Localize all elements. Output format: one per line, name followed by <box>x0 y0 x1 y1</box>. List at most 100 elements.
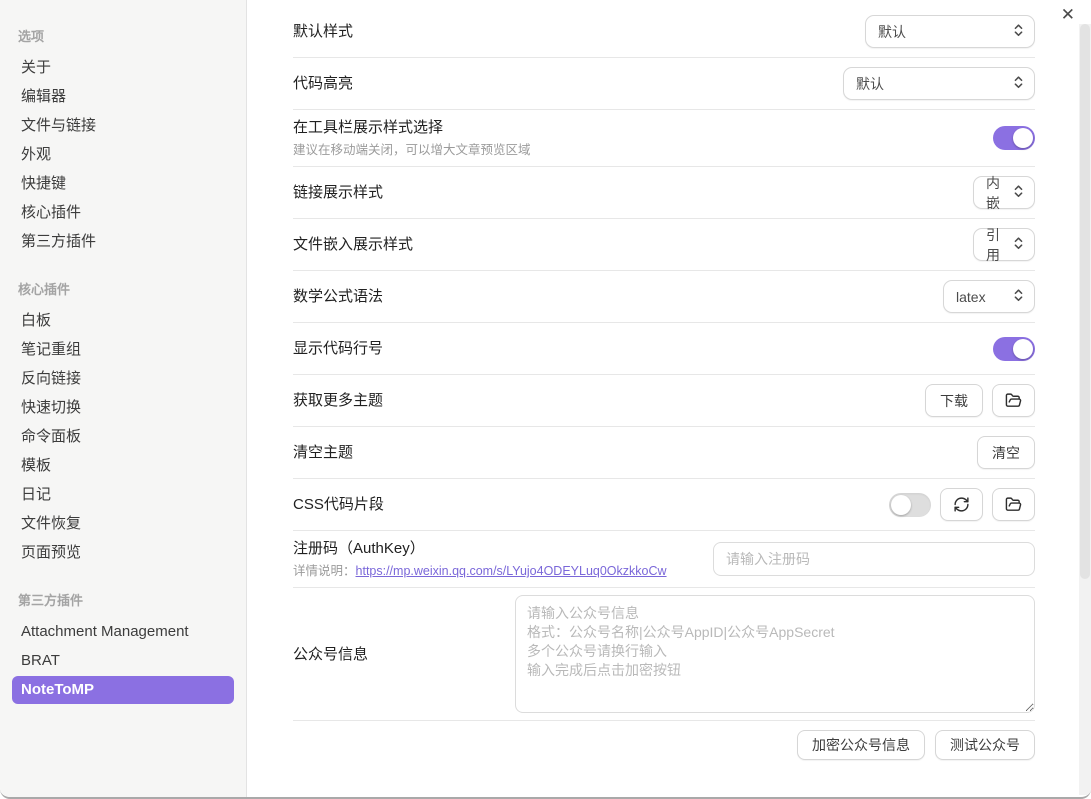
setting-name: 文件嵌入展示样式 <box>293 234 413 255</box>
setting-control: 引用 <box>973 228 1035 261</box>
sidebar-item-core-plugins[interactable]: 核心插件 <box>12 199 234 227</box>
setting-info: 获取更多主题 <box>293 390 383 411</box>
setting-name: 显示代码行号 <box>293 338 383 359</box>
sidebar-section-header: 第三方插件 <box>18 590 228 609</box>
settings-dialog: ✕ 选项关于编辑器文件与链接外观快捷键核心插件第三方插件核心插件白板笔记重组反向… <box>0 0 1091 799</box>
file-embed-style-select[interactable]: 引用 <box>973 228 1035 261</box>
setting-control: 默认 <box>865 15 1035 48</box>
sidebar-item-brat[interactable]: BRAT <box>12 647 234 675</box>
sidebar-item-notetomp[interactable]: NoteToMP <box>12 676 234 704</box>
setting-info: CSS代码片段 <box>293 494 384 515</box>
setting-control <box>993 337 1035 361</box>
setting-info: 在工具栏展示样式选择建议在移动端关闭，可以增大文章预览区域 <box>293 117 531 159</box>
close-icon[interactable]: ✕ <box>1061 5 1075 25</box>
sidebar-section-header: 核心插件 <box>18 279 228 298</box>
toggle-knob <box>891 495 911 515</box>
css-snippet-toggle[interactable] <box>889 493 931 517</box>
show-line-numbers-toggle[interactable] <box>993 337 1035 361</box>
sidebar-item-note-composer[interactable]: 笔记重组 <box>12 336 234 364</box>
setting-control <box>889 488 1035 521</box>
sidebar-item-files-links[interactable]: 文件与链接 <box>12 112 234 140</box>
setting-row-math-syntax: 数学公式语法 latex <box>293 271 1035 323</box>
sidebar-item-command-palette[interactable]: 命令面板 <box>12 423 234 451</box>
setting-control: 内嵌 <box>973 176 1035 209</box>
setting-control: latex <box>943 280 1035 313</box>
select-value: 默认 <box>878 22 906 42</box>
setting-row-toolbar-style-select: 在工具栏展示样式选择建议在移动端关闭，可以增大文章预览区域 <box>293 110 1035 167</box>
setting-name: CSS代码片段 <box>293 494 384 515</box>
setting-control <box>993 126 1035 150</box>
setting-control: 下载 <box>925 384 1035 417</box>
sidebar-item-hotkeys[interactable]: 快捷键 <box>12 170 234 198</box>
toggle-knob <box>1013 128 1033 148</box>
sidebar: 选项关于编辑器文件与链接外观快捷键核心插件第三方插件核心插件白板笔记重组反向链接… <box>0 0 247 797</box>
description-prefix: 详情说明： <box>293 564 356 578</box>
chevron-updown-icon <box>1013 75 1024 92</box>
sidebar-item-editor[interactable]: 编辑器 <box>12 83 234 111</box>
link-display-style-select[interactable]: 内嵌 <box>973 176 1035 209</box>
setting-row-authkey: 注册码（AuthKey） 详情说明：https://mp.weixin.qq.co… <box>293 531 1035 588</box>
download-button[interactable]: 下载 <box>925 384 983 417</box>
setting-row-code-highlight: 代码高亮 默认 <box>293 58 1035 110</box>
chevron-updown-icon <box>1013 23 1024 40</box>
code-highlight-select[interactable]: 默认 <box>843 67 1035 100</box>
setting-info: 文件嵌入展示样式 <box>293 234 413 255</box>
authkey-input[interactable] <box>713 542 1035 576</box>
authkey-help-link[interactable]: https://mp.weixin.qq.com/s/LYujo4ODEYLuq… <box>356 564 667 578</box>
select-value: 默认 <box>856 74 884 94</box>
sidebar-section-header: 选项 <box>18 26 228 45</box>
setting-info: 显示代码行号 <box>293 338 383 359</box>
setting-description: 建议在移动端关闭，可以增大文章预览区域 <box>293 142 531 159</box>
folder-open-icon <box>1005 392 1022 409</box>
chevron-updown-icon <box>1013 184 1024 201</box>
setting-name: 获取更多主题 <box>293 390 383 411</box>
mp-account-info-textarea[interactable] <box>515 595 1035 713</box>
setting-row-default-style: 默认样式 默认 <box>293 6 1035 58</box>
setting-info: 默认样式 <box>293 21 353 42</box>
scrollbar[interactable] <box>1079 24 1091 795</box>
sidebar-item-quick-switcher[interactable]: 快速切换 <box>12 394 234 422</box>
setting-control: 清空 <box>977 436 1035 469</box>
default-style-select[interactable]: 默认 <box>865 15 1035 48</box>
setting-name: 在工具栏展示样式选择 <box>293 117 531 138</box>
settings-panel: 默认样式默认代码高亮默认在工具栏展示样式选择建议在移动端关闭，可以增大文章预览区… <box>248 0 1091 797</box>
setting-row-get-more-themes: 获取更多主题 下载 <box>293 375 1035 427</box>
sidebar-item-templates[interactable]: 模板 <box>12 452 234 480</box>
select-value: latex <box>956 289 986 305</box>
setting-name: 清空主题 <box>293 442 353 463</box>
sidebar-item-page-preview[interactable]: 页面预览 <box>12 539 234 567</box>
setting-row-clear-themes: 清空主题 清空 <box>293 427 1035 479</box>
sidebar-item-daily-notes[interactable]: 日记 <box>12 481 234 509</box>
encrypt-mp-info-button[interactable]: 加密公众号信息 <box>797 730 925 760</box>
scrollbar-thumb[interactable] <box>1080 24 1090 579</box>
setting-name: 注册码（AuthKey） <box>293 538 667 559</box>
select-value: 引用 <box>986 225 1005 265</box>
reload-snippets-button[interactable] <box>940 488 983 521</box>
setting-name: 默认样式 <box>293 21 353 42</box>
sidebar-item-backlinks[interactable]: 反向链接 <box>12 365 234 393</box>
open-snippet-folder-button[interactable] <box>992 488 1035 521</box>
open-theme-folder-button[interactable] <box>992 384 1035 417</box>
setting-row-css-snippet: CSS代码片段 <box>293 479 1035 531</box>
sidebar-item-appearance[interactable]: 外观 <box>12 141 234 169</box>
sidebar-item-file-recovery[interactable]: 文件恢复 <box>12 510 234 538</box>
setting-name: 链接展示样式 <box>293 182 383 203</box>
toolbar-style-select-toggle[interactable] <box>993 126 1035 150</box>
sidebar-item-community-plugins[interactable]: 第三方插件 <box>12 228 234 256</box>
math-syntax-select[interactable]: latex <box>943 280 1035 313</box>
setting-row-file-embed-style: 文件嵌入展示样式 引用 <box>293 219 1035 271</box>
test-mp-account-button[interactable]: 测试公众号 <box>935 730 1035 760</box>
setting-info: 代码高亮 <box>293 73 353 94</box>
setting-row-show-line-numbers: 显示代码行号 <box>293 323 1035 375</box>
sidebar-item-attachment-management[interactable]: Attachment Management <box>12 618 234 646</box>
sidebar-item-about[interactable]: 关于 <box>12 54 234 82</box>
setting-name: 代码高亮 <box>293 73 353 94</box>
setting-info: 注册码（AuthKey） 详情说明：https://mp.weixin.qq.co… <box>293 538 667 580</box>
setting-row-link-display-style: 链接展示样式 内嵌 <box>293 167 1035 219</box>
sidebar-item-canvas[interactable]: 白板 <box>12 307 234 335</box>
setting-control <box>713 542 1035 576</box>
setting-name: 数学公式语法 <box>293 286 383 307</box>
setting-name: 公众号信息 <box>293 644 368 665</box>
setting-control: 默认 <box>843 67 1035 100</box>
clear-button[interactable]: 清空 <box>977 436 1035 469</box>
